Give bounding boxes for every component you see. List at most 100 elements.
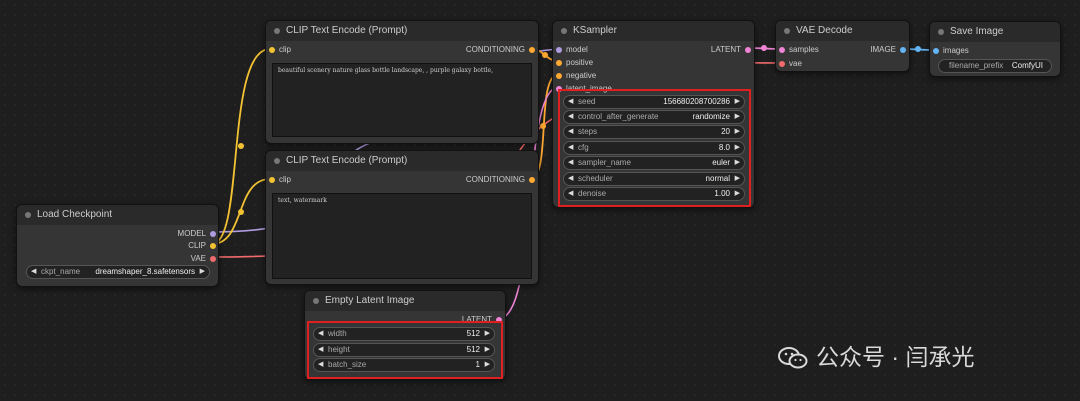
arrow-right-icon[interactable]: ▶ <box>735 126 740 138</box>
port-dot[interactable] <box>210 243 216 249</box>
denoise-number-widget[interactable]: ◀ denoise 1.00 ▶ <box>563 187 745 201</box>
node-title-bar[interactable]: VAE Decode <box>776 21 909 41</box>
node-collapse-dot[interactable] <box>313 298 319 304</box>
arrow-right-icon[interactable]: ▶ <box>735 173 740 185</box>
port-dot[interactable] <box>745 47 751 53</box>
clip-encode-negative-node[interactable]: CLIP Text Encode (Prompt) clip CONDITION… <box>265 150 539 285</box>
sampler-name-combo[interactable]: ◀ sampler_name euler ▶ <box>563 156 745 170</box>
port-dot[interactable] <box>529 47 535 53</box>
output-image[interactable]: IMAGE <box>870 45 906 55</box>
node-collapse-dot[interactable] <box>25 212 31 218</box>
node-collapse-dot[interactable] <box>274 158 280 164</box>
arrow-right-icon[interactable]: ▶ <box>485 328 490 340</box>
width-number-widget[interactable]: ◀ width 512 ▶ <box>313 327 495 341</box>
ckpt-name-combo[interactable]: ◀ ckpt_name dreamshaper_8.safetensors ▶ <box>26 265 210 279</box>
input-samples[interactable]: samples <box>779 45 819 55</box>
output-conditioning[interactable]: CONDITIONING <box>466 45 535 55</box>
arrow-left-icon[interactable]: ◀ <box>318 328 323 340</box>
input-positive[interactable]: positive <box>556 58 593 68</box>
input-clip[interactable]: clip <box>269 45 291 55</box>
ksampler-node[interactable]: KSampler model positive negative latent_… <box>552 20 755 208</box>
port-dot[interactable] <box>933 48 939 54</box>
port-dot[interactable] <box>779 61 785 67</box>
empty-latent-image-node[interactable]: Empty Latent Image LATENT ◀ width 512 ▶ … <box>304 290 506 380</box>
prompt-textarea[interactable]: text, watermark <box>272 193 532 279</box>
port-dot[interactable] <box>269 177 275 183</box>
node-title-bar[interactable]: CLIP Text Encode (Prompt) <box>266 151 538 171</box>
port-dot[interactable] <box>556 86 562 92</box>
scheduler-combo[interactable]: ◀ scheduler normal ▶ <box>563 172 745 186</box>
arrow-right-icon[interactable]: ▶ <box>735 111 740 123</box>
node-title-bar[interactable]: KSampler <box>553 21 754 41</box>
arrow-right-icon[interactable]: ▶ <box>485 344 490 356</box>
arrow-left-icon[interactable]: ◀ <box>568 157 573 169</box>
port-dot[interactable] <box>556 47 562 53</box>
arrow-right-icon[interactable]: ▶ <box>735 142 740 154</box>
vae-decode-node[interactable]: VAE Decode samples vae IMAGE <box>775 20 910 72</box>
port-dot[interactable] <box>210 231 216 237</box>
save-image-node[interactable]: Save Image images filename_prefix ComfyU… <box>929 21 1061 77</box>
clip-encode-positive-node[interactable]: CLIP Text Encode (Prompt) clip CONDITION… <box>265 20 539 144</box>
node-title-bar[interactable]: Empty Latent Image <box>305 291 505 311</box>
input-latent-image[interactable]: latent_image <box>556 84 612 94</box>
height-number-widget[interactable]: ◀ height 512 ▶ <box>313 343 495 357</box>
input-model[interactable]: model <box>556 45 588 55</box>
arrow-left-icon[interactable]: ◀ <box>568 173 573 185</box>
output-conditioning[interactable]: CONDITIONING <box>466 175 535 185</box>
widget-label: denoise <box>578 189 607 198</box>
node-collapse-dot[interactable] <box>274 28 280 34</box>
node-collapse-dot[interactable] <box>784 28 790 34</box>
arrow-left-icon[interactable]: ◀ <box>568 111 573 123</box>
node-collapse-dot[interactable] <box>938 29 944 35</box>
arrow-left-icon[interactable]: ◀ <box>318 344 323 356</box>
arrow-right-icon[interactable]: ▶ <box>735 96 740 108</box>
port-dot[interactable] <box>269 47 275 53</box>
port-dot[interactable] <box>210 256 216 262</box>
steps-number-widget[interactable]: ◀ steps 20 ▶ <box>563 125 745 139</box>
arrow-left-icon[interactable]: ◀ <box>568 142 573 154</box>
cfg-number-widget[interactable]: ◀ cfg 8.0 ▶ <box>563 141 745 155</box>
watermark: 公众号 · 闫承光 <box>778 342 1058 372</box>
input-negative[interactable]: negative <box>556 71 596 81</box>
widget-value: 156680208700286 <box>663 97 730 106</box>
arrow-right-icon[interactable]: ▶ <box>485 359 490 371</box>
filename-prefix-field[interactable]: filename_prefix ComfyUI <box>938 59 1052 73</box>
output-vae[interactable]: VAE <box>191 254 216 264</box>
input-images[interactable]: images <box>933 46 969 56</box>
port-dot[interactable] <box>556 73 562 79</box>
arrow-left-icon[interactable]: ◀ <box>318 359 323 371</box>
node-title-bar[interactable]: CLIP Text Encode (Prompt) <box>266 21 538 41</box>
node-title-bar[interactable]: Save Image <box>930 22 1060 42</box>
arrow-right-icon[interactable]: ▶ <box>735 188 740 200</box>
widget-label: width <box>328 329 347 338</box>
control-after-generate-combo[interactable]: ◀ control_after_generate randomize ▶ <box>563 110 745 124</box>
node-title-bar[interactable]: Load Checkpoint <box>17 205 218 225</box>
arrow-left-icon[interactable]: ◀ <box>568 188 573 200</box>
widget-label: seed <box>578 97 596 106</box>
port-dot[interactable] <box>779 47 785 53</box>
port-dot[interactable] <box>900 47 906 53</box>
seed-number-widget[interactable]: ◀ seed 156680208700286 ▶ <box>563 95 745 109</box>
arrow-left-icon[interactable]: ◀ <box>568 126 573 138</box>
arrow-right-icon[interactable]: ▶ <box>200 266 205 278</box>
widget-value: 8.0 <box>718 143 730 152</box>
output-latent[interactable]: LATENT <box>462 315 502 325</box>
port-dot[interactable] <box>529 177 535 183</box>
output-latent[interactable]: LATENT <box>711 45 751 55</box>
output-model[interactable]: MODEL <box>178 229 216 239</box>
input-vae[interactable]: vae <box>779 59 802 69</box>
load-checkpoint-node[interactable]: Load Checkpoint MODEL CLIP VAE ◀ ckpt_na… <box>16 204 219 287</box>
input-clip[interactable]: clip <box>269 175 291 185</box>
widget-label: scheduler <box>578 174 613 183</box>
arrow-left-icon[interactable]: ◀ <box>568 96 573 108</box>
wire-clip-positive <box>211 48 271 245</box>
node-collapse-dot[interactable] <box>561 28 567 34</box>
prompt-textarea[interactable]: beautiful scenery nature glass bottle la… <box>272 63 532 137</box>
node-title: Empty Latent Image <box>325 295 415 306</box>
arrow-right-icon[interactable]: ▶ <box>735 157 740 169</box>
batch-size-number-widget[interactable]: ◀ batch_size 1 ▶ <box>313 358 495 372</box>
port-dot[interactable] <box>556 60 562 66</box>
arrow-left-icon[interactable]: ◀ <box>31 266 36 278</box>
port-dot[interactable] <box>496 317 502 323</box>
output-clip[interactable]: CLIP <box>188 241 216 251</box>
